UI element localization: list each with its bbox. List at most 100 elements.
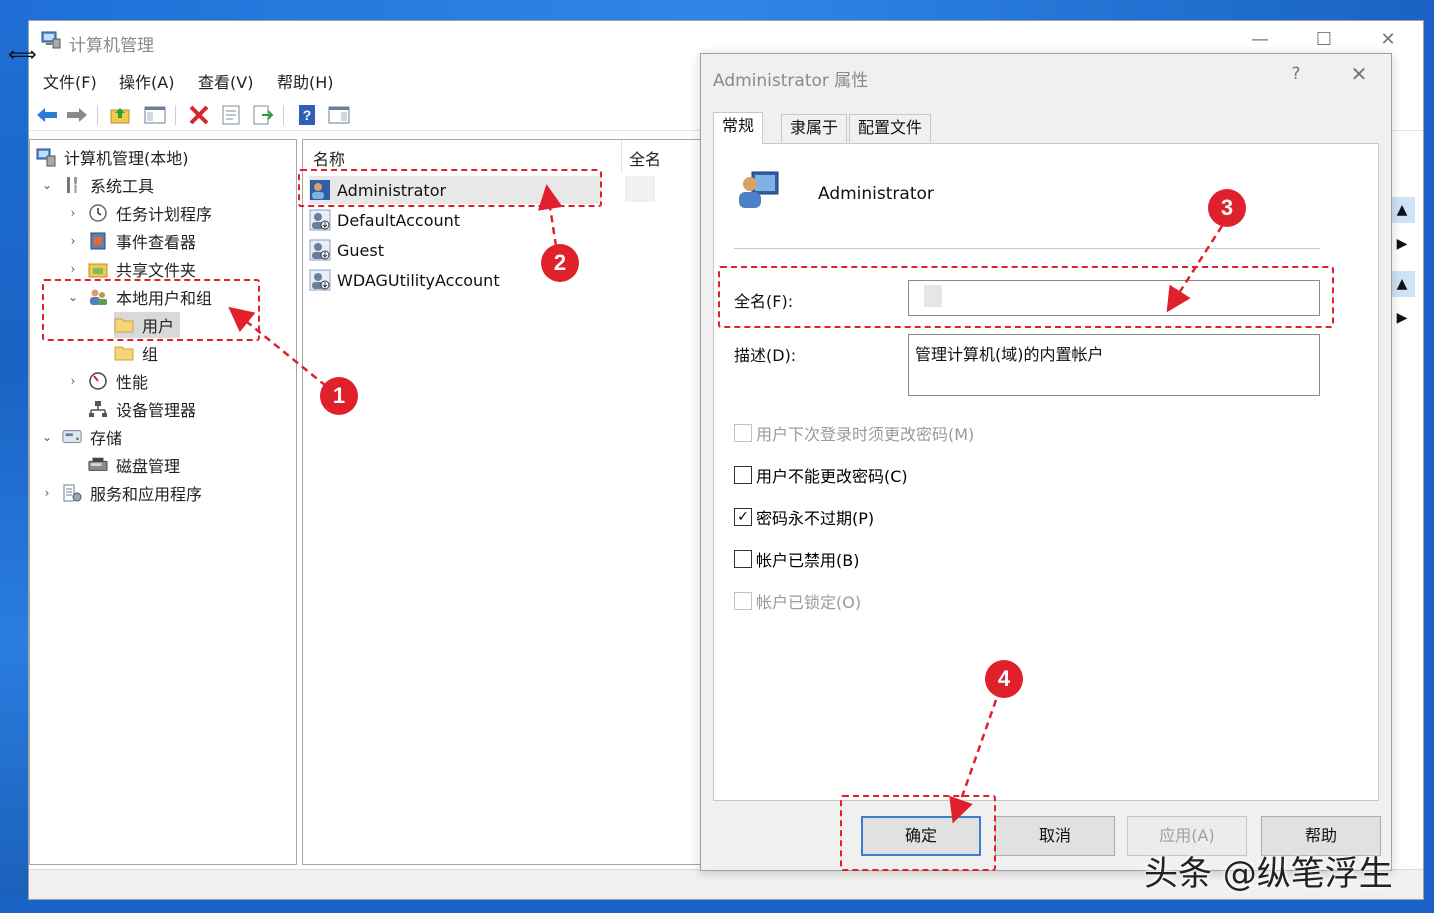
- tree-label: 服务和应用程序: [90, 485, 203, 504]
- column-header-name[interactable]: 名称: [313, 146, 345, 170]
- export-list-button[interactable]: [251, 103, 275, 127]
- back-button[interactable]: [35, 103, 59, 127]
- tree-item-performance[interactable]: › 性能: [66, 368, 148, 394]
- svg-text:?: ?: [303, 107, 312, 123]
- tree-item-storage[interactable]: ⌄ 存储: [40, 424, 122, 450]
- expand-right-icon[interactable]: ▶: [1389, 305, 1415, 331]
- maximize-button[interactable]: ☐: [1309, 27, 1339, 53]
- disabled-user-icon: [309, 239, 331, 261]
- window-title: 计算机管理: [69, 36, 154, 56]
- account-locked-checkbox[interactable]: 帐户已锁定(O): [734, 590, 861, 612]
- collapse-up-icon[interactable]: ▲: [1389, 271, 1415, 297]
- tab-member-of[interactable]: 隶属于: [781, 114, 848, 142]
- toolbar-separator: [97, 105, 98, 125]
- event-viewer-icon: [88, 231, 108, 251]
- disk-icon: [88, 455, 108, 475]
- annotation-badge-4: 4: [985, 660, 1023, 698]
- tree-item-system-tools[interactable]: ⌄ 系统工具: [40, 172, 154, 198]
- checkbox-label: 密码永不过期(P): [756, 509, 875, 528]
- action-pane-icon: [328, 106, 350, 124]
- tree-label: 事件查看器: [116, 233, 197, 252]
- properties-button[interactable]: [219, 103, 243, 127]
- checkbox-box[interactable]: [734, 550, 752, 568]
- minimize-button[interactable]: —: [1245, 27, 1275, 53]
- help-book-icon: ?: [299, 105, 315, 125]
- menu-view[interactable]: 查看(V): [198, 69, 253, 93]
- tree-item-groups[interactable]: 组: [114, 340, 158, 366]
- tab-profile[interactable]: 配置文件: [849, 114, 932, 142]
- column-header-fullname[interactable]: 全名: [629, 146, 661, 170]
- chevron-right-icon[interactable]: ›: [66, 206, 80, 220]
- disabled-user-icon: [309, 209, 331, 231]
- annotation-box-ok: [840, 795, 996, 871]
- menu-help[interactable]: 帮助(H): [277, 69, 334, 93]
- console-tree: 计算机管理(本地) ⌄ 系统工具 › 任务计划程序 › 事件查看器 › 共享文件…: [29, 139, 297, 865]
- toolbar-separator: [175, 105, 176, 125]
- annotation-box-users: [42, 279, 260, 341]
- annotation-box-administrator: [298, 169, 602, 207]
- collapse-up-icon[interactable]: ▲: [1389, 197, 1415, 223]
- tree-label: 设备管理器: [116, 401, 197, 420]
- dialog-close-button[interactable]: ✕: [1344, 62, 1374, 86]
- tree-label: 任务计划程序: [116, 205, 213, 224]
- resize-cursor-icon: ⟺: [8, 42, 37, 66]
- tools-icon: [62, 175, 82, 195]
- tree-label: 存储: [90, 429, 123, 448]
- tree-item-task-scheduler[interactable]: › 任务计划程序: [66, 200, 212, 226]
- tree-item-root[interactable]: 计算机管理(本地): [36, 144, 189, 170]
- services-icon: [62, 483, 82, 503]
- annotation-box-fullname: [718, 266, 1334, 328]
- must-change-password-checkbox[interactable]: 用户下次登录时须更改密码(M): [734, 422, 974, 444]
- cancel-button[interactable]: 取消: [995, 816, 1115, 856]
- chevron-down-icon[interactable]: ⌄: [40, 178, 54, 192]
- list-item-guest[interactable]: Guest: [309, 236, 384, 264]
- delete-button[interactable]: [187, 103, 211, 127]
- show-action-pane-button[interactable]: [327, 103, 351, 127]
- dialog-title: Administrator 属性: [713, 71, 869, 91]
- tree-label: 系统工具: [90, 177, 155, 196]
- description-input[interactable]: 管理计算机(域)的内置帐户: [908, 334, 1320, 396]
- chevron-right-icon[interactable]: ›: [66, 234, 80, 248]
- checkbox-box[interactable]: [734, 466, 752, 484]
- administrator-properties-dialog: Administrator 属性 ? ✕ 常规 隶属于 配置文件 Adminis…: [700, 53, 1392, 871]
- tree-item-event-viewer[interactable]: › 事件查看器: [66, 228, 196, 254]
- desktop-background-right: [1424, 0, 1434, 913]
- computer-management-icon: [36, 147, 56, 167]
- checkbox-box[interactable]: [734, 592, 752, 610]
- tree-item-services-apps[interactable]: › 服务和应用程序: [40, 480, 202, 506]
- user-list: 名称 全名 Administrator DefaultAccount Guest…: [302, 139, 712, 865]
- up-level-button[interactable]: [109, 103, 133, 127]
- tree-label: 性能: [116, 373, 149, 392]
- checkbox-box[interactable]: [734, 424, 752, 442]
- forward-button[interactable]: [65, 103, 89, 127]
- back-arrow-icon: [37, 108, 57, 122]
- column-separator[interactable]: [621, 140, 622, 172]
- list-item-defaultaccount[interactable]: DefaultAccount: [309, 206, 460, 234]
- chevron-right-icon[interactable]: ›: [66, 262, 80, 276]
- storage-icon: [62, 427, 82, 447]
- password-never-expires-checkbox[interactable]: ✓ 密码永不过期(P): [734, 506, 874, 528]
- chevron-right-icon[interactable]: ›: [40, 486, 54, 500]
- forward-arrow-icon: [67, 108, 87, 122]
- close-button[interactable]: ✕: [1373, 27, 1403, 53]
- tab-general[interactable]: 常规: [713, 112, 764, 144]
- list-item-wdagutilityaccount[interactable]: WDAGUtilityAccount: [309, 266, 500, 294]
- help-question-button[interactable]: ?: [1281, 64, 1311, 84]
- menu-action[interactable]: 操作(A): [119, 69, 174, 93]
- chevron-down-icon[interactable]: ⌄: [40, 430, 54, 444]
- export-list-icon: [253, 105, 274, 125]
- annotation-badge-3: 3: [1208, 189, 1246, 227]
- expand-right-icon[interactable]: ▶: [1389, 231, 1415, 257]
- redacted-fullname: [625, 176, 655, 202]
- tree-item-device-manager[interactable]: 设备管理器: [88, 396, 196, 422]
- show-hide-tree-button[interactable]: [143, 103, 167, 127]
- cannot-change-password-checkbox[interactable]: 用户不能更改密码(C): [734, 464, 908, 486]
- account-disabled-checkbox[interactable]: 帐户已禁用(B): [734, 548, 859, 570]
- chevron-right-icon[interactable]: ›: [66, 374, 80, 388]
- delete-x-icon: [189, 105, 209, 125]
- checkmark-icon[interactable]: ✓: [734, 508, 752, 526]
- tree-item-disk-management[interactable]: 磁盘管理: [88, 452, 180, 478]
- menu-file[interactable]: 文件(F): [43, 69, 97, 93]
- help-button[interactable]: ?: [295, 103, 319, 127]
- annotation-badge-1: 1: [320, 377, 358, 415]
